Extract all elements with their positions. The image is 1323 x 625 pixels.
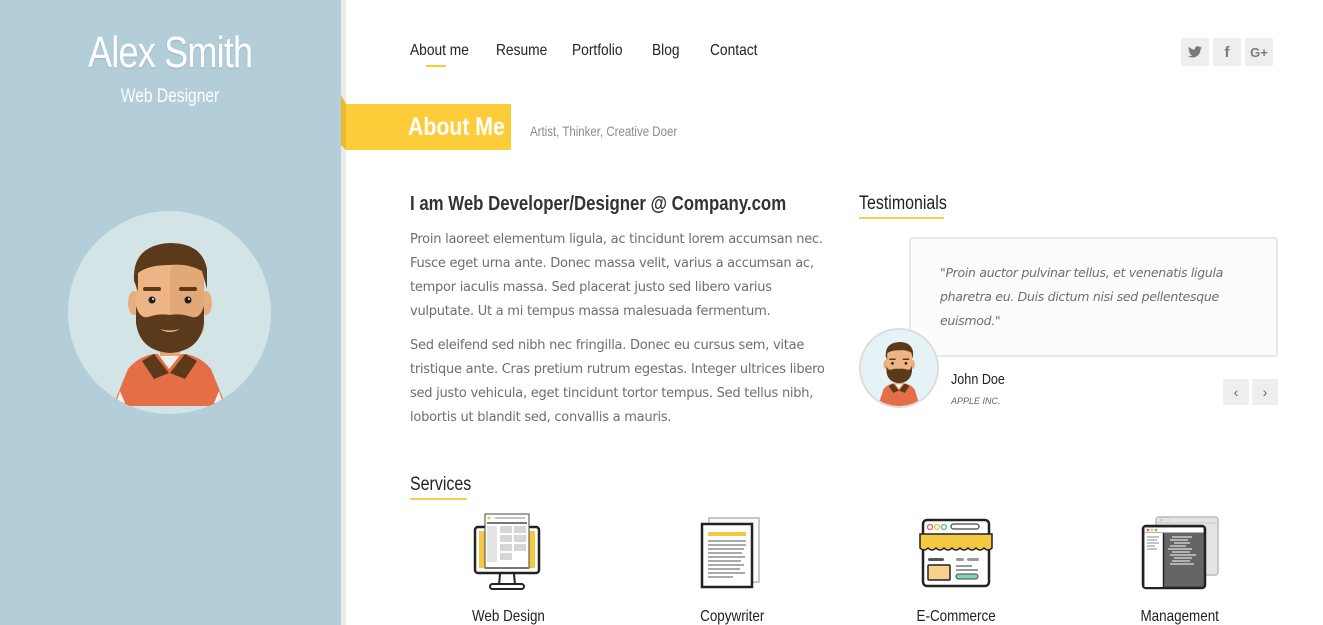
service-label: E-Commerce: [916, 608, 996, 625]
social-links: f G+: [1181, 38, 1273, 66]
facebook-icon: f: [1224, 43, 1230, 61]
testimonial-author: John Doe: [951, 371, 1005, 388]
bearded-man-avatar-icon: [878, 341, 920, 406]
sidebar: Alex Smith Web Designer: [0, 0, 341, 625]
section-title: About Me: [408, 113, 505, 141]
code-windows-icon: [1141, 516, 1219, 590]
service-web-design: [438, 512, 578, 592]
profile-avatar: [68, 211, 271, 414]
sidebar-divider: [341, 0, 346, 625]
testimonial-next-button[interactable]: ›: [1252, 379, 1278, 405]
google-plus-button[interactable]: G+: [1245, 38, 1273, 66]
service-label: Web Design: [471, 608, 545, 625]
main-nav: About me Resume Portfolio Blog Contact: [410, 42, 770, 67]
testimonial-company: APPLE INC.: [951, 396, 1001, 406]
chevron-right-icon: ›: [1262, 384, 1268, 400]
profile-name: Alex Smith: [88, 28, 253, 77]
nav-item-portfolio[interactable]: Portfolio: [572, 42, 652, 60]
service-copywriter: [662, 512, 802, 592]
service-label: Management: [1140, 608, 1220, 625]
service-e-commerce: [886, 512, 1026, 592]
heading-underline: [410, 498, 467, 500]
service-management: [1110, 512, 1250, 592]
monitor-webpage-icon: [473, 513, 541, 590]
nav-item-resume[interactable]: Resume: [496, 42, 572, 60]
twitter-icon: [1188, 46, 1202, 58]
nav-item-contact[interactable]: Contact: [710, 42, 770, 60]
storefront-browser-icon: [919, 518, 993, 588]
about-paragraph: Sed eleifend sed nibh nec fringilla. Don…: [410, 338, 825, 425]
nav-item-blog[interactable]: Blog: [652, 42, 710, 60]
facebook-button[interactable]: f: [1213, 38, 1241, 66]
chevron-left-icon: ‹: [1233, 384, 1239, 400]
testimonials-heading: Testimonials: [859, 193, 964, 219]
services-heading: Services: [410, 474, 483, 500]
nav-item-about-me[interactable]: About me: [410, 42, 496, 67]
testimonial-quote: "Proin auctor pulvinar tellus, et venena…: [940, 265, 1224, 328]
service-label: Copywriter: [699, 608, 765, 625]
testimonial-prev-button[interactable]: ‹: [1223, 379, 1249, 405]
about-paragraph: Proin laoreet elementum ligula, ac tinci…: [410, 232, 823, 319]
testimonial-avatar: [859, 328, 939, 408]
about-heading: I am Web Developer/Designer @ Company.co…: [410, 193, 787, 215]
twitter-button[interactable]: [1181, 38, 1209, 66]
document-pages-icon: [700, 517, 760, 589]
heading-underline: [859, 217, 944, 219]
profile-role: Web Designer: [121, 86, 220, 107]
bearded-man-avatar-icon: [113, 243, 226, 406]
section-subtitle: Artist, Thinker, Creative Doer: [530, 123, 678, 139]
google-plus-icon: G+: [1250, 44, 1268, 60]
